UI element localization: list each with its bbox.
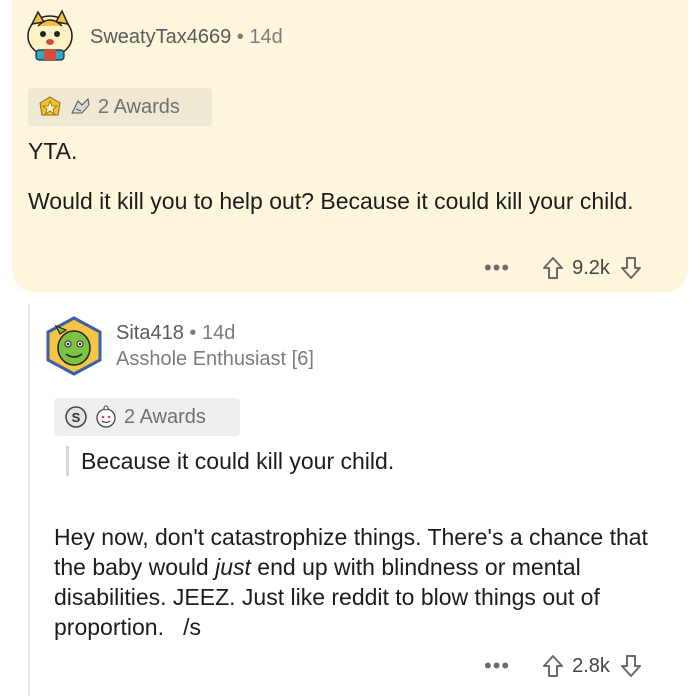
downvote-icon[interactable] — [620, 654, 642, 678]
thread-line[interactable] — [28, 304, 30, 696]
award-wholesome-icon — [94, 405, 118, 429]
comment-actions: ••• 9.2k — [484, 256, 642, 280]
comment-meta: SweatyTax4669 • 14d — [90, 26, 283, 49]
award-silver-icon: S — [64, 405, 88, 429]
comment-meta: Sita418 • 14d — [116, 322, 235, 345]
vote-score: 9.2k — [572, 256, 610, 279]
svg-text:S: S — [72, 410, 81, 425]
meta-separator: • — [189, 322, 197, 344]
awards-count: 2 Awards — [124, 405, 206, 428]
more-icon[interactable]: ••• — [484, 655, 510, 677]
awards-badge[interactable]: S 2 Awards — [54, 398, 240, 436]
quoted-text: Because it could kill your child. — [66, 446, 394, 476]
comment-body: Hey now, don't catastrophize things. The… — [54, 522, 684, 642]
comment-age: 14d — [201, 322, 236, 344]
user-flair: Asshole Enthusiast [6] — [116, 348, 314, 370]
username[interactable]: Sita418 — [116, 322, 184, 344]
more-icon[interactable]: ••• — [484, 257, 510, 279]
comment-actions: ••• 2.8k — [484, 654, 642, 678]
user-avatar[interactable] — [44, 316, 104, 376]
upvote-icon[interactable] — [542, 654, 564, 678]
award-star-icon — [38, 95, 62, 119]
comment-body-line: Would it kill you to help out? Because i… — [28, 188, 634, 214]
downvote-icon[interactable] — [620, 256, 642, 280]
comment-age: 14d — [249, 26, 283, 48]
upvote-icon[interactable] — [542, 256, 564, 280]
awards-badge[interactable]: 2 Awards — [28, 88, 212, 126]
awards-count: 2 Awards — [98, 95, 180, 118]
award-hands-icon — [68, 95, 92, 119]
username[interactable]: SweatyTax4669 — [90, 26, 231, 48]
vote-score: 2.8k — [572, 654, 610, 677]
emphasized-text: just — [215, 554, 251, 580]
user-avatar[interactable] — [24, 6, 76, 62]
meta-separator: • — [236, 26, 244, 48]
comment-body-line: YTA. — [28, 138, 78, 164]
